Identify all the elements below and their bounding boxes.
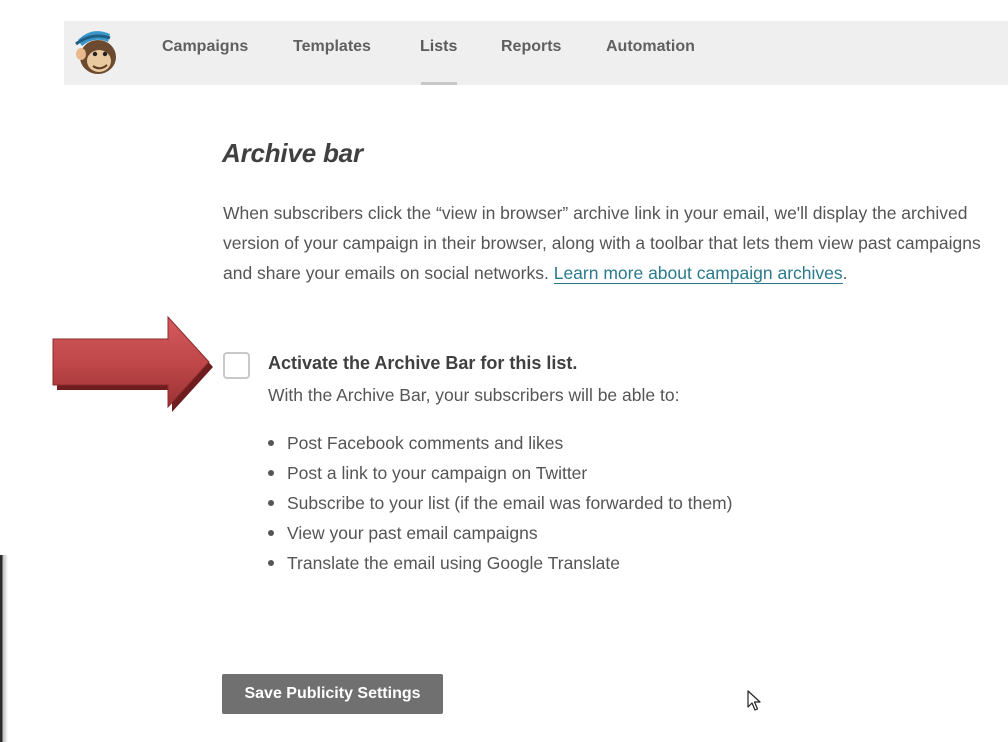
list-item: Post Facebook comments and likes xyxy=(268,428,732,458)
save-publicity-settings-button[interactable]: Save Publicity Settings xyxy=(222,674,443,714)
list-item: View your past email campaigns xyxy=(268,518,732,548)
bullet-icon xyxy=(268,470,274,476)
feature-list: Post Facebook comments and likes Post a … xyxy=(268,428,732,578)
bullet-icon xyxy=(268,500,274,506)
mouse-cursor-icon xyxy=(747,690,761,711)
bullet-icon xyxy=(268,440,274,446)
description-end: . xyxy=(842,263,848,283)
archive-bar-subtext: With the Archive Bar, your subscribers w… xyxy=(268,385,680,405)
red-arrow-annotation xyxy=(52,316,213,412)
feature-text: Translate the email using Google Transla… xyxy=(287,553,621,573)
archive-bar-checkbox-label[interactable]: Activate the Archive Bar for this list. xyxy=(268,353,577,374)
list-item: Translate the email using Google Transla… xyxy=(268,548,732,578)
bullet-icon xyxy=(268,560,274,566)
feature-text: Post a link to your campaign on Twitter xyxy=(287,463,588,483)
nav-lists[interactable]: Lists xyxy=(420,21,457,85)
active-tab-indicator xyxy=(421,82,457,85)
archive-description: When subscribers click the “view in brow… xyxy=(223,198,993,288)
freddie-monkey-logo[interactable] xyxy=(72,24,120,76)
list-item: Subscribe to your list (if the email was… xyxy=(268,488,732,518)
nav-campaigns[interactable]: Campaigns xyxy=(162,21,248,85)
list-item: Post a link to your campaign on Twitter xyxy=(268,458,732,488)
archive-bar-checkbox[interactable] xyxy=(223,352,250,379)
page-title: Archive bar xyxy=(222,138,363,168)
window-edge-shadow xyxy=(0,555,8,742)
feature-text: View your past email campaigns xyxy=(287,523,538,543)
nav-templates[interactable]: Templates xyxy=(293,21,371,85)
bullet-icon xyxy=(268,530,274,536)
nav-automation[interactable]: Automation xyxy=(606,21,695,85)
feature-text: Subscribe to your list (if the email was… xyxy=(287,493,733,513)
top-navbar: Campaigns Templates Lists Reports Automa… xyxy=(64,21,1008,85)
nav-reports[interactable]: Reports xyxy=(501,21,561,85)
learn-more-link[interactable]: Learn more about campaign archives xyxy=(553,263,843,284)
feature-text: Post Facebook comments and likes xyxy=(287,433,564,453)
